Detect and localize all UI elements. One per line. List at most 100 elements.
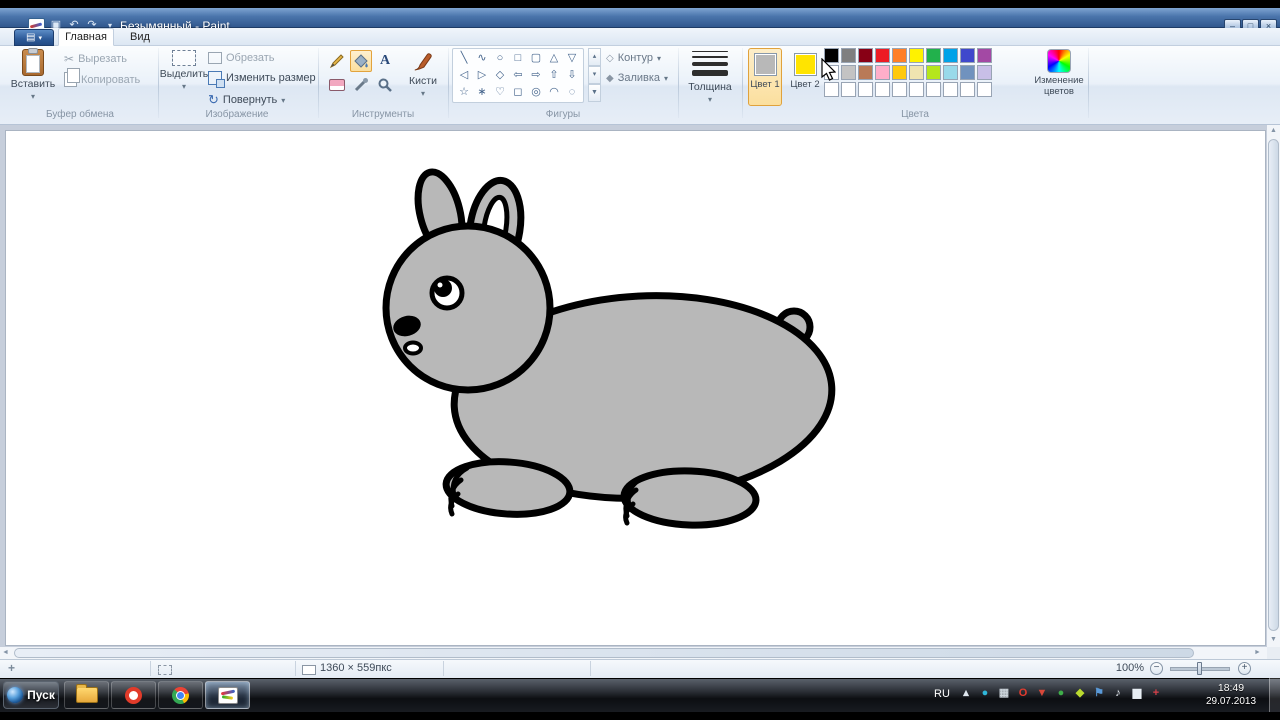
shape-curve[interactable]: ∿ <box>473 50 491 67</box>
palette-swatch[interactable] <box>892 65 907 80</box>
scroll-up-button[interactable]: ▲ <box>1267 127 1280 134</box>
tray-icon-qr-app[interactable]: ▦ <box>996 685 1012 701</box>
shapes-scroll-down[interactable]: ▾ <box>588 66 601 84</box>
shape-triangle-left[interactable]: ◁ <box>455 67 473 84</box>
cut-button[interactable]: ✂ Вырезать <box>64 52 127 66</box>
taskbar-explorer-button[interactable] <box>64 681 109 709</box>
shape-rectangle[interactable]: □ <box>509 50 527 67</box>
zoom-slider-thumb[interactable] <box>1197 662 1202 675</box>
tray-icon-action-center[interactable]: + <box>1148 685 1164 701</box>
text-tool[interactable]: A <box>374 50 396 72</box>
palette-swatch[interactable] <box>926 65 941 80</box>
palette-swatch[interactable] <box>858 48 873 63</box>
shape-arrow-down[interactable]: ⇩ <box>563 67 581 84</box>
tab-view[interactable]: Вид <box>118 28 162 46</box>
palette-swatch[interactable] <box>824 82 839 97</box>
palette-swatch[interactable] <box>977 65 992 80</box>
select-button[interactable]: Выделить ▾ <box>163 50 205 91</box>
shape-outline-button[interactable]: ◇ Контур ▾ <box>606 52 661 64</box>
scroll-down-button[interactable]: ▼ <box>1267 636 1280 643</box>
palette-swatch[interactable] <box>960 65 975 80</box>
palette-swatch[interactable] <box>858 65 873 80</box>
scroll-left-button[interactable]: ◄ <box>2 649 9 656</box>
palette-swatch[interactable] <box>875 65 890 80</box>
rotate-button[interactable]: ↻ Повернуть ▾ <box>208 92 285 108</box>
palette-swatch[interactable] <box>926 48 941 63</box>
shape-arc[interactable]: ◠ <box>545 84 563 101</box>
thickness-button[interactable]: Толщина ▾ <box>684 51 736 104</box>
tray-icon-downloads[interactable]: ▼ <box>1034 685 1050 701</box>
horizontal-scroll-thumb[interactable] <box>14 648 1194 658</box>
palette-swatch[interactable] <box>943 82 958 97</box>
shape-lightning[interactable]: ◌ <box>563 84 581 101</box>
horizontal-scrollbar[interactable]: ◄ ► <box>0 647 1267 659</box>
taskbar-paint-button[interactable] <box>205 681 250 709</box>
edit-colors-button[interactable]: Изменение цветов <box>1030 49 1088 97</box>
show-desktop-button[interactable] <box>1269 678 1280 712</box>
app-menu-button[interactable]: ▤▾ <box>14 29 54 46</box>
brushes-button[interactable]: Кисти ▾ <box>402 49 444 98</box>
shape-fill-button[interactable]: ◆ Заливка ▾ <box>606 72 668 84</box>
palette-swatch[interactable] <box>858 82 873 97</box>
taskbar-opera-button[interactable] <box>111 681 156 709</box>
eraser-tool[interactable] <box>326 74 348 96</box>
vertical-scroll-thumb[interactable] <box>1268 139 1279 631</box>
shapes-more-button[interactable]: ▼ <box>588 84 601 102</box>
taskbar-chrome-button[interactable] <box>158 681 203 709</box>
palette-swatch[interactable] <box>841 48 856 63</box>
tray-clock[interactable]: 18:49 29.07.2013 <box>1198 682 1264 708</box>
color-picker-tool[interactable] <box>350 74 372 96</box>
palette-swatch[interactable] <box>841 65 856 80</box>
shape-star-5[interactable]: ☆ <box>455 84 473 101</box>
shape-star-6[interactable]: ∗ <box>473 84 491 101</box>
color1-button[interactable]: Цвет 1 <box>748 48 782 106</box>
shape-triangle-down[interactable]: ▽ <box>563 50 581 67</box>
shape-callout-rect[interactable]: ◻ <box>509 84 527 101</box>
fill-tool[interactable] <box>350 50 372 72</box>
palette-swatch[interactable] <box>909 65 924 80</box>
tray-icon-show-hidden[interactable]: ▴ <box>958 685 974 701</box>
zoom-in-button[interactable]: + <box>1238 662 1251 675</box>
zoom-out-button[interactable]: − <box>1150 662 1163 675</box>
shapes-scroll-up[interactable]: ▴ <box>588 48 601 66</box>
paste-button[interactable]: Вставить ▾ <box>10 49 56 101</box>
shape-rounded-rectangle[interactable]: ▢ <box>527 50 545 67</box>
pencil-tool[interactable] <box>326 50 348 72</box>
start-button[interactable]: Пуск <box>3 681 59 709</box>
palette-swatch[interactable] <box>960 48 975 63</box>
scroll-right-button[interactable]: ► <box>1254 649 1261 656</box>
tray-icon-flag[interactable]: ⚑ <box>1091 685 1107 701</box>
shape-arrow-right[interactable]: ⇨ <box>527 67 545 84</box>
palette-swatch[interactable] <box>875 48 890 63</box>
shape-diamond[interactable]: ◇ <box>491 67 509 84</box>
palette-swatch[interactable] <box>977 82 992 97</box>
palette-swatch[interactable] <box>909 82 924 97</box>
shape-triangle[interactable]: △ <box>545 50 563 67</box>
palette-swatch[interactable] <box>875 82 890 97</box>
palette-swatch[interactable] <box>892 82 907 97</box>
tab-home[interactable]: Главная <box>58 28 114 46</box>
vertical-scrollbar[interactable]: ▲ ▼ <box>1267 125 1280 647</box>
palette-swatch[interactable] <box>892 48 907 63</box>
shape-callout-oval[interactable]: ◎ <box>527 84 545 101</box>
palette-swatch[interactable] <box>943 65 958 80</box>
shape-oval[interactable]: ○ <box>491 50 509 67</box>
color2-button[interactable]: Цвет 2 <box>788 48 822 106</box>
resize-button[interactable]: Изменить размер <box>208 71 316 85</box>
palette-swatch[interactable] <box>943 48 958 63</box>
palette-swatch[interactable] <box>841 82 856 97</box>
palette-swatch[interactable] <box>960 82 975 97</box>
language-indicator[interactable]: RU <box>934 688 950 700</box>
shape-line[interactable]: ╲ <box>455 50 473 67</box>
tray-icon-volume[interactable]: ♪ <box>1110 685 1126 701</box>
palette-swatch[interactable] <box>909 48 924 63</box>
shape-triangle-right[interactable]: ▷ <box>473 67 491 84</box>
shape-heart[interactable]: ♡ <box>491 84 509 101</box>
palette-swatch[interactable] <box>926 82 941 97</box>
tray-icon-messenger[interactable]: ● <box>977 685 993 701</box>
palette-swatch[interactable] <box>977 48 992 63</box>
copy-button[interactable]: Копировать <box>64 72 140 87</box>
title-bar[interactable]: ▣ ↶ ↷ ▾ Безымянный - Paint – □ × <box>0 8 1280 28</box>
crop-button[interactable]: Обрезать <box>208 52 275 64</box>
magnifier-tool[interactable] <box>374 74 396 96</box>
